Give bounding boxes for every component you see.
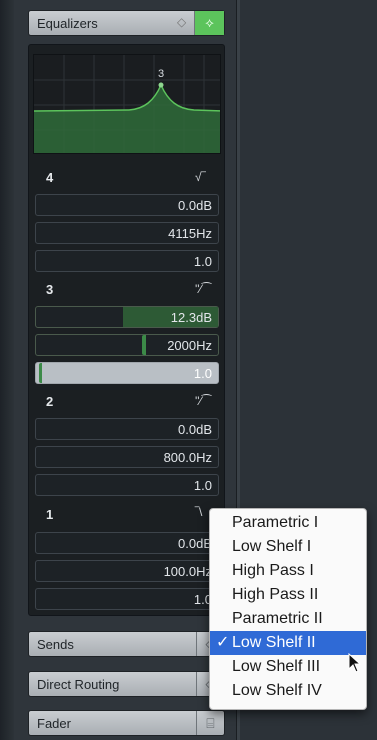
fader-toggle-icon[interactable]: ⌸ bbox=[196, 711, 224, 735]
equalizers-label: Equalizers bbox=[37, 16, 98, 31]
parametric-icon[interactable]: ''⁄⁀ bbox=[195, 394, 211, 408]
band-3-q-value: 1.0 bbox=[193, 366, 212, 381]
band-3-frequency-marker bbox=[142, 335, 146, 355]
eq-enable-icon[interactable]: ⟡ bbox=[194, 11, 224, 35]
direct-routing-label: Direct Routing bbox=[37, 677, 120, 692]
menu-item-high-pass-1[interactable]: High Pass I bbox=[210, 559, 366, 583]
fader-label: Fader bbox=[37, 716, 71, 731]
sends-header[interactable]: Sends ◇ bbox=[28, 631, 225, 657]
band-3-frequency-value: 2000Hz bbox=[167, 338, 212, 353]
checkmark-icon: ✓ bbox=[216, 634, 230, 651]
band-3-marker-label: 3 bbox=[158, 68, 164, 80]
menu-item-label: Low Shelf III bbox=[232, 658, 321, 675]
menu-item-parametric-1[interactable]: Parametric I bbox=[210, 511, 366, 535]
band-1-frequency-value: 100.0Hz bbox=[163, 564, 212, 579]
band-3-q[interactable]: 1.0 bbox=[35, 362, 219, 384]
band-2-frequency-value: 800.0Hz bbox=[163, 450, 212, 465]
parametric-icon[interactable]: ''⁄⁀ bbox=[195, 282, 211, 296]
mixer-window: Equalizers ◇ ⟡ 3 4 √‾ 0.0dB 4115Hz 1.0 3… bbox=[0, 0, 377, 740]
mouse-pointer-icon bbox=[348, 653, 362, 673]
band-1-gain[interactable]: 0.0dB bbox=[35, 532, 219, 554]
band-2-q[interactable]: 1.0 bbox=[35, 474, 219, 496]
bypass-icon[interactable]: ◇ bbox=[177, 15, 186, 29]
menu-item-label: Low Shelf IV bbox=[232, 682, 322, 699]
band-3-node[interactable] bbox=[158, 82, 164, 88]
band-4-frequency[interactable]: 4115Hz bbox=[35, 222, 219, 244]
band-3-q-marker bbox=[39, 363, 42, 383]
band-1-frequency[interactable]: 100.0Hz bbox=[35, 560, 219, 582]
left-edge-strip bbox=[0, 0, 14, 740]
filter-type-menu: Parametric I Low Shelf I High Pass I Hig… bbox=[209, 508, 367, 710]
direct-routing-header[interactable]: Direct Routing ◇ bbox=[28, 671, 225, 697]
equalizers-header[interactable]: Equalizers ◇ ⟡ bbox=[28, 10, 225, 36]
band-1-gain-value: 0.0dB bbox=[178, 536, 212, 551]
band-3-label: 3 bbox=[46, 282, 54, 297]
band-4-gain-value: 0.0dB bbox=[178, 198, 212, 213]
menu-item-label: High Pass I bbox=[232, 562, 314, 579]
band-2-label: 2 bbox=[46, 394, 54, 409]
menu-item-low-shelf-3[interactable]: Low Shelf III bbox=[210, 655, 366, 679]
menu-item-label: High Pass II bbox=[232, 586, 319, 603]
band-4-frequency-value: 4115Hz bbox=[168, 226, 212, 241]
band-4-gain[interactable]: 0.0dB bbox=[35, 194, 219, 216]
sends-label: Sends bbox=[37, 637, 74, 652]
band-3-gain-value: 12.3dB bbox=[170, 310, 212, 325]
band-3-gain[interactable]: 12.3dB bbox=[35, 306, 219, 328]
high-shelf-icon[interactable]: √‾ bbox=[195, 170, 206, 184]
band-3-frequency[interactable]: 2000Hz bbox=[35, 334, 219, 356]
band-4-q-value: 1.0 bbox=[193, 254, 212, 269]
band-1-label: 1 bbox=[46, 507, 54, 522]
menu-item-label: Low Shelf II bbox=[232, 634, 316, 651]
band-2-gain-value: 0.0dB bbox=[178, 422, 212, 437]
band-2-frequency[interactable]: 800.0Hz bbox=[35, 446, 219, 468]
band-4-q[interactable]: 1.0 bbox=[35, 250, 219, 272]
menu-item-label: Parametric I bbox=[232, 514, 319, 531]
eq-curve-graph: 3 bbox=[34, 55, 220, 153]
menu-item-low-shelf-4[interactable]: Low Shelf IV bbox=[210, 679, 366, 703]
band-4-label: 4 bbox=[46, 170, 54, 185]
menu-item-label: Parametric II bbox=[232, 610, 323, 627]
menu-item-low-shelf-2[interactable]: ✓ Low Shelf II bbox=[210, 631, 366, 655]
menu-item-label: Low Shelf I bbox=[232, 538, 312, 555]
menu-item-parametric-2[interactable]: Parametric II bbox=[210, 607, 366, 631]
fader-header[interactable]: Fader ⌸ bbox=[28, 710, 225, 736]
menu-item-high-pass-2[interactable]: High Pass II bbox=[210, 583, 366, 607]
low-shelf-icon[interactable]: ‾\ bbox=[195, 505, 202, 519]
band-2-q-value: 1.0 bbox=[193, 478, 212, 493]
menu-item-low-shelf-1[interactable]: Low Shelf I bbox=[210, 535, 366, 559]
eq-curve-display[interactable]: 3 bbox=[33, 54, 221, 154]
band-2-gain[interactable]: 0.0dB bbox=[35, 418, 219, 440]
band-1-q[interactable]: 1.0 bbox=[35, 588, 219, 610]
